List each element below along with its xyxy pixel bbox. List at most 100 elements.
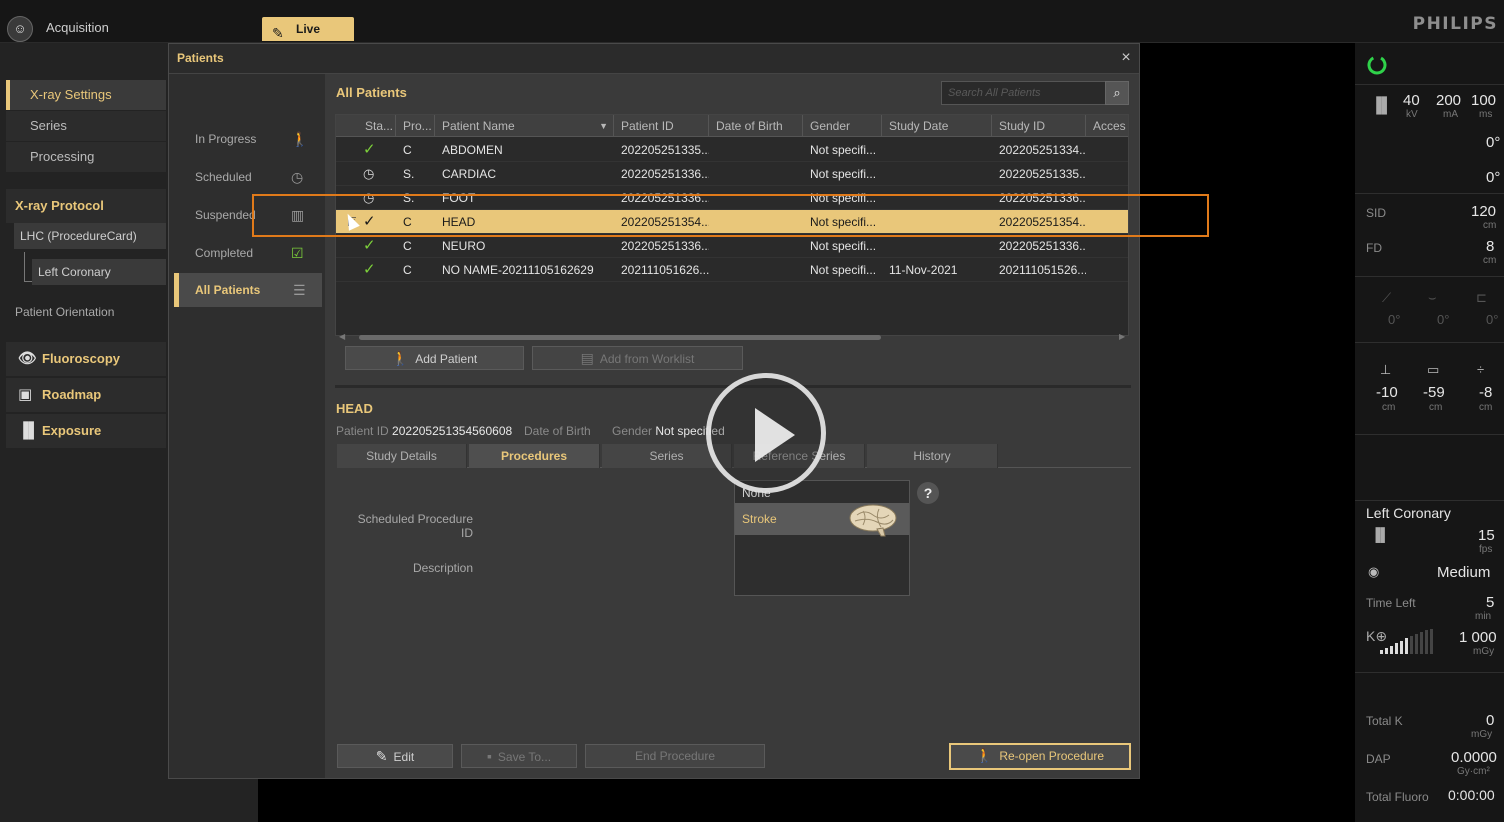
table-row[interactable]: ✓ C ABDOMEN 202205251335... Not specifi... 20… <box>336 138 1128 162</box>
edit-button[interactable]: ✎ Edit <box>337 744 453 768</box>
reopen-person-icon: 🚶 <box>975 747 994 763</box>
dialog-title: Patients <box>169 44 1139 74</box>
nav-all-patients-label: All Patients <box>195 283 261 297</box>
position-2: -59 <box>1423 384 1445 401</box>
tab-history[interactable]: History <box>867 444 998 468</box>
tab-study-details[interactable]: Study Details <box>337 444 467 468</box>
ke-value: 1 000 <box>1459 629 1497 646</box>
save-to-button[interactable]: ▪ Save To... <box>461 744 577 768</box>
reopen-procedure-button[interactable]: 🚶 Re-open Procedure <box>949 743 1131 770</box>
ready-ring-icon <box>1367 55 1387 75</box>
sidebar-item-series[interactable]: Series <box>6 111 166 141</box>
add-patient-button[interactable]: 🚶 Add Patient <box>345 346 524 370</box>
add-from-worklist-label: Add from Worklist <box>599 352 695 366</box>
cell-gender: Not specifi... <box>810 263 877 277</box>
total-k-label: Total K <box>1366 714 1403 728</box>
ma-value: 200 <box>1436 92 1462 109</box>
cell-study-date <box>882 162 992 186</box>
procedure-item-stroke[interactable]: Stroke <box>735 503 909 537</box>
acquisition-icon[interactable]: ☺ <box>7 16 33 42</box>
cell-name: ABDOMEN <box>442 143 503 157</box>
completed-check-icon: ✓ <box>363 261 376 278</box>
worklist-icon: ▤ <box>580 350 594 366</box>
in-progress-icon: 🚶 <box>291 131 309 147</box>
fluoroscopy-label: Fluoroscopy <box>42 351 121 366</box>
position-1: -10 <box>1376 384 1398 401</box>
exposure-mode-icon: ▐▌ <box>1371 97 1393 114</box>
dap-unit: Gy·cm² <box>1457 766 1490 777</box>
col-date-of-birth[interactable]: Date of Birth <box>709 115 803 137</box>
patient-id-value: 202205251354560608 <box>392 424 513 438</box>
search-input[interactable]: Search All Patients <box>941 81 1107 105</box>
time-left-unit: min <box>1475 611 1492 622</box>
table-row[interactable]: ✓ C NEURO 202205251336... Not specifi... 2022… <box>336 234 1128 258</box>
sidebar-left-coronary[interactable]: Left Coronary <box>32 259 166 285</box>
ma-unit: mA <box>1443 109 1458 120</box>
position-1-unit: cm <box>1382 402 1396 413</box>
sidebar-procedure-card[interactable]: LHC (ProcedureCard) <box>14 223 166 249</box>
tab-procedures[interactable]: Procedures <box>469 444 600 468</box>
add-from-worklist-button[interactable]: ▤ Add from Worklist <box>532 346 743 370</box>
sidebar-mode-fluoroscopy[interactable]: 👁 Fluoroscopy <box>6 342 166 376</box>
col-procedure[interactable]: Pro... <box>396 115 435 137</box>
nav-in-progress[interactable]: In Progress 🚶 <box>174 122 322 156</box>
end-procedure-button[interactable]: End Procedure <box>585 744 765 768</box>
sidebar-patient-orientation[interactable]: Patient Orientation <box>15 305 114 319</box>
cell-pid: 202205251336... <box>621 167 709 181</box>
total-k-value: 0 <box>1486 712 1495 729</box>
tilt-icon-3: ⊏ <box>1476 290 1487 305</box>
scroll-right-icon[interactable]: ▶ <box>1119 332 1125 341</box>
help-icon[interactable]: ? <box>917 482 939 504</box>
total-k-unit: mGy <box>1471 729 1493 740</box>
divider <box>1355 672 1504 673</box>
divider <box>1355 342 1504 343</box>
table-row[interactable]: ✓ C NO NAME-20211105162629 202111051626... N… <box>336 258 1128 282</box>
nav-completed-label: Completed <box>195 246 254 260</box>
sidebar-item-xray-settings[interactable]: X-ray Settings <box>6 80 166 110</box>
col-gender[interactable]: Gender <box>803 115 882 137</box>
divider <box>1355 84 1504 85</box>
cell-name: CARDIAC <box>442 167 497 181</box>
cell-gender: Not specifi... <box>810 239 877 253</box>
close-icon[interactable]: × <box>1117 49 1135 67</box>
horizontal-scrollbar[interactable]: ◀ ▶ <box>335 332 1129 342</box>
search-icon[interactable]: ⌕ <box>1105 81 1129 105</box>
tilt-1: 0° <box>1388 312 1401 327</box>
tab-live[interactable]: ✎ Live <box>262 17 354 41</box>
total-fluoro-label: Total Fluoro <box>1366 790 1429 804</box>
col-patient-id[interactable]: Patient ID <box>614 115 709 137</box>
scrollbar-thumb[interactable] <box>359 335 881 340</box>
scroll-left-icon[interactable]: ◀ <box>339 332 345 341</box>
col-accession[interactable]: Acces <box>1086 115 1128 137</box>
reopen-procedure-label: Re-open Procedure <box>999 749 1105 763</box>
kv-unit: kV <box>1406 109 1418 120</box>
nav-suspended-label: Suspended <box>195 208 256 222</box>
col-patient-name[interactable]: Patient Name ▼ <box>435 115 614 137</box>
nav-all-patients[interactable]: All Patients ☰ <box>174 273 322 307</box>
roadmap-label: Roadmap <box>42 387 102 402</box>
sidebar-item-processing[interactable]: Processing <box>6 142 166 172</box>
cell-dob <box>709 138 803 162</box>
nav-completed[interactable]: Completed ☑ <box>174 236 322 270</box>
sidebar-mode-roadmap[interactable]: ▣ Roadmap <box>6 378 166 412</box>
sidebar-mode-exposure[interactable]: ▐▌ Exposure <box>6 414 166 448</box>
angle-2: 0° <box>1486 169 1501 186</box>
col-study-id[interactable]: Study ID <box>992 115 1086 137</box>
cell-proc: C <box>403 239 412 253</box>
cell-study-date <box>882 138 992 162</box>
sort-desc-icon: ▼ <box>599 121 608 131</box>
table-row[interactable]: ◷ S. CARDIAC 202205251336... Not specifi... 2… <box>336 162 1128 186</box>
tree-connector <box>24 252 32 282</box>
position-3-unit: cm <box>1479 402 1493 413</box>
acquisition-label[interactable]: Acquisition <box>46 20 109 35</box>
sidebar-xray-protocol[interactable]: X-ray Protocol <box>6 189 166 223</box>
play-button[interactable] <box>706 373 826 493</box>
nav-scheduled[interactable]: Scheduled ◷ <box>174 160 322 194</box>
ke-unit: mGy <box>1473 646 1495 657</box>
cell-study-id: 202205251335... <box>999 167 1086 181</box>
divider <box>1355 276 1504 277</box>
col-study-date[interactable]: Study Date <box>882 115 992 137</box>
table-header: Sta... Pro... Patient Name ▼ Patient ID … <box>336 115 1128 137</box>
sid-unit: cm <box>1483 220 1497 231</box>
col-status[interactable]: Sta... <box>358 115 396 137</box>
